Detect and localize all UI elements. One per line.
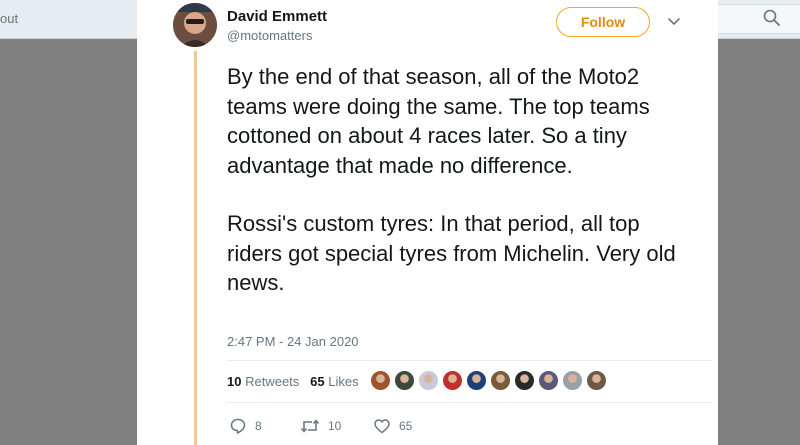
heart-icon <box>374 419 390 434</box>
retweet-action[interactable]: 10 <box>300 417 341 435</box>
liker-avatar[interactable] <box>442 370 463 391</box>
reply-action[interactable]: 8 <box>229 417 262 435</box>
tweet-timestamp[interactable]: 2:47 PM - 24 Jan 2020 <box>227 334 359 349</box>
divider <box>227 402 712 403</box>
likes-stat[interactable]: 65 Likes <box>310 374 358 389</box>
nav-text-fragment[interactable]: out <box>0 11 18 26</box>
liker-avatar[interactable] <box>466 370 487 391</box>
retweets-count: 10 <box>227 374 242 389</box>
liker-avatar[interactable] <box>394 370 415 391</box>
likes-count: 65 <box>310 374 325 389</box>
liker-avatar[interactable] <box>514 370 535 391</box>
tweet-text: By the end of that season, all of the Mo… <box>227 62 697 298</box>
like-count: 65 <box>399 419 413 433</box>
liker-avatar[interactable] <box>538 370 559 391</box>
retweets-label: Retweets <box>245 374 300 389</box>
liker-avatar[interactable] <box>586 370 607 391</box>
tweet-paragraph: By the end of that season, all of the Mo… <box>227 64 650 178</box>
chevron-down-icon[interactable] <box>666 16 682 28</box>
retweet-icon <box>300 419 320 433</box>
liker-avatar[interactable] <box>370 370 391 391</box>
like-action[interactable]: 65 <box>373 417 412 435</box>
divider <box>227 360 712 361</box>
likes-label: Likes <box>328 374 359 389</box>
author-name[interactable]: David Emmett <box>227 8 327 25</box>
retweet-count: 10 <box>328 419 342 433</box>
liker-avatar[interactable] <box>418 370 439 391</box>
avatar-image <box>173 3 217 47</box>
tweet-paragraph: Rossi's custom tyres: In that period, al… <box>227 211 676 295</box>
author-handle[interactable]: @motomatters <box>227 28 312 43</box>
liker-avatar[interactable] <box>562 370 583 391</box>
reply-count: 8 <box>255 419 262 433</box>
reply-icon <box>230 418 246 434</box>
avatar[interactable] <box>173 3 217 47</box>
tweet-stats: 10 Retweets 65 Likes <box>227 374 359 389</box>
search-icon[interactable] <box>762 8 782 28</box>
follow-button[interactable]: Follow <box>556 7 650 37</box>
retweets-stat[interactable]: 10 Retweets <box>227 374 299 389</box>
liker-avatar[interactable] <box>490 370 511 391</box>
thread-connector-line <box>194 51 197 445</box>
